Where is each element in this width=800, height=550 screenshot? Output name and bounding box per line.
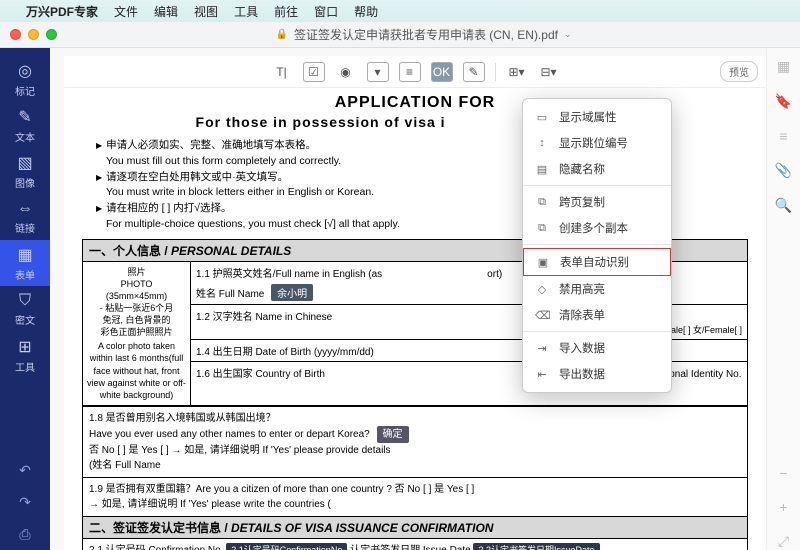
menu-edit[interactable]: 编辑 [154,3,178,20]
menu-view[interactable]: 视图 [194,3,218,20]
minus-icon[interactable]: − [779,465,787,481]
target-icon: ◎ [18,61,32,81]
undo-button[interactable]: ↶ [13,458,37,482]
menu-clear-form[interactable]: ⌫清除表单 [523,302,671,328]
menu-show-field-props[interactable]: ▭显示域属性 [523,104,671,130]
print-button[interactable]: ⎙ [13,522,37,546]
radio-tool[interactable]: ◉ [335,62,357,82]
text-field-tool[interactable]: T| [271,62,293,82]
signature-tool[interactable]: ✎ [463,62,485,82]
question-1-8: 1.8 是否曾用别名入境韩国或从韩国出境？ Have you ever used… [83,406,747,477]
button-tool[interactable]: OK [431,62,453,82]
listbox-tool[interactable]: ≡ [399,62,421,82]
outline-icon[interactable]: ≡ [779,128,787,144]
menu-import-data[interactable]: ⇥导入数据 [523,335,671,361]
field-1-4: 1.4 出生日期 Date of Birth (yyyy/mm/dd) [191,340,557,361]
name-value-badge[interactable]: 余小明 [271,284,313,301]
thumbnails-icon[interactable]: ▦ [777,58,790,75]
attachment-icon[interactable]: 📎 [775,162,792,179]
confirm-badge[interactable]: 确定 [377,426,409,443]
lock-icon: 🔒 [275,29,287,40]
menu-export-data[interactable]: ⇤导出数据 [523,361,671,387]
link-icon: ⇔ [17,200,33,218]
tools-icon: ⊞ [18,337,31,357]
left-sidebar: ◎标记 ✎文本 ▧图像 ⇔链接 ▦表单 ⛉密文 ⊞工具 ↶ ↷ ⎙ [0,48,50,550]
pencil-icon: ✎ [18,107,31,127]
sidebar-item-form[interactable]: ▦表单 [0,240,50,286]
menu-help[interactable]: 帮助 [354,3,378,20]
sidebar-item-text[interactable]: ✎文本 [0,102,50,148]
sidebar-item-mark[interactable]: ◎标记 [0,56,50,102]
close-button[interactable] [10,29,21,40]
preview-button[interactable]: 预览 [720,61,758,82]
bookmark-icon[interactable]: 🔖 [775,93,792,110]
field-1-6: 1.6 出生国家 Country of Birth [191,362,557,383]
question-1-9: 1.9 是否拥有双重国籍？Are you a citizen of more t… [83,477,747,516]
menu-create-copies[interactable]: ⧉创建多个副本 [523,215,671,241]
chip-confirmation-no[interactable]: 2 1认定号码ConfirmationNo [226,543,347,550]
field-2-1: 2.1 认定号码 Confirmation No. 2 1认定号码Confirm… [83,539,747,550]
menu-app[interactable]: 万兴PDF专家 [26,3,98,20]
menu-hide-names[interactable]: ▤隐藏名称 [523,156,671,182]
plus-icon[interactable]: + [779,499,787,515]
menu-tools[interactable]: 工具 [234,3,258,20]
menu-goto[interactable]: 前往 [274,3,298,20]
menu-show-tab-order[interactable]: ↕显示跳位编号 [523,130,671,156]
form-options-menu: ▭显示域属性 ↕显示跳位编号 ▤隐藏名称 ⧉跨页复制 ⧉创建多个副本 ▣表单自动… [522,98,672,393]
right-rail: ▦ 🔖 ≡ 📎 🔍 − + ⤢ [766,48,800,550]
sidebar-item-redact[interactable]: ⛉密文 [0,286,50,332]
checkbox-tool[interactable]: ☑ [303,62,325,82]
redo-button[interactable]: ↷ [13,490,37,514]
dropdown-tool[interactable]: ▾ [367,62,389,82]
dropdown-caret-icon[interactable]: ⌄ [564,29,572,40]
chip-issue-date[interactable]: 2 2认定书签发日期IssueDate [473,543,599,550]
mac-menubar: 万兴PDF专家 文件 编辑 视图 工具 前往 窗口 帮助 [0,0,800,22]
image-icon: ▧ [17,153,32,173]
sidebar-item-link[interactable]: ⇔链接 [0,194,50,240]
field-1-2: 1.2 汉字姓名 Name in Chinese [191,305,557,339]
sidebar-item-image[interactable]: ▧图像 [0,148,50,194]
document-title: 签证签发认定申请获批者专用申请表 (CN, EN).pdf [294,26,558,43]
minimize-button[interactable] [28,29,39,40]
sidebar-item-tools[interactable]: ⊞工具 [0,332,50,378]
align-tool[interactable]: ⊟▾ [538,62,560,82]
fit-icon[interactable]: ⤢ [778,533,789,550]
photo-cell: 照片 PHOTO (35mm×45mm) - 粘贴一张近6个月 免冠, 白色背景… [83,262,191,406]
maximize-button[interactable] [46,29,57,40]
form-toolbar: T| ☑ ◉ ▾ ≡ OK ✎ ⊞▾ ⊟▾ 预览 [64,56,766,88]
search-icon[interactable]: 🔍 [775,197,792,214]
add-tool[interactable]: ⊞▾ [506,62,528,82]
section-2-header: 二、签证签发认定书信息 / DETAILS OF VISA ISSUANCE C… [83,516,747,539]
redact-icon: ⛉ [19,292,31,310]
menu-file[interactable]: 文件 [114,3,138,20]
menu-cross-page-copy[interactable]: ⧉跨页复制 [523,189,671,215]
form-icon: ▦ [17,245,32,265]
window-titlebar: 🔒 签证签发认定申请获批者专用申请表 (CN, EN).pdf ⌄ [0,22,800,48]
menu-disable-highlight[interactable]: ◇禁用高亮 [523,276,671,302]
traffic-lights [10,29,57,40]
menu-window[interactable]: 窗口 [314,3,338,20]
menu-auto-detect-form[interactable]: ▣表单自动识别 [523,248,671,276]
